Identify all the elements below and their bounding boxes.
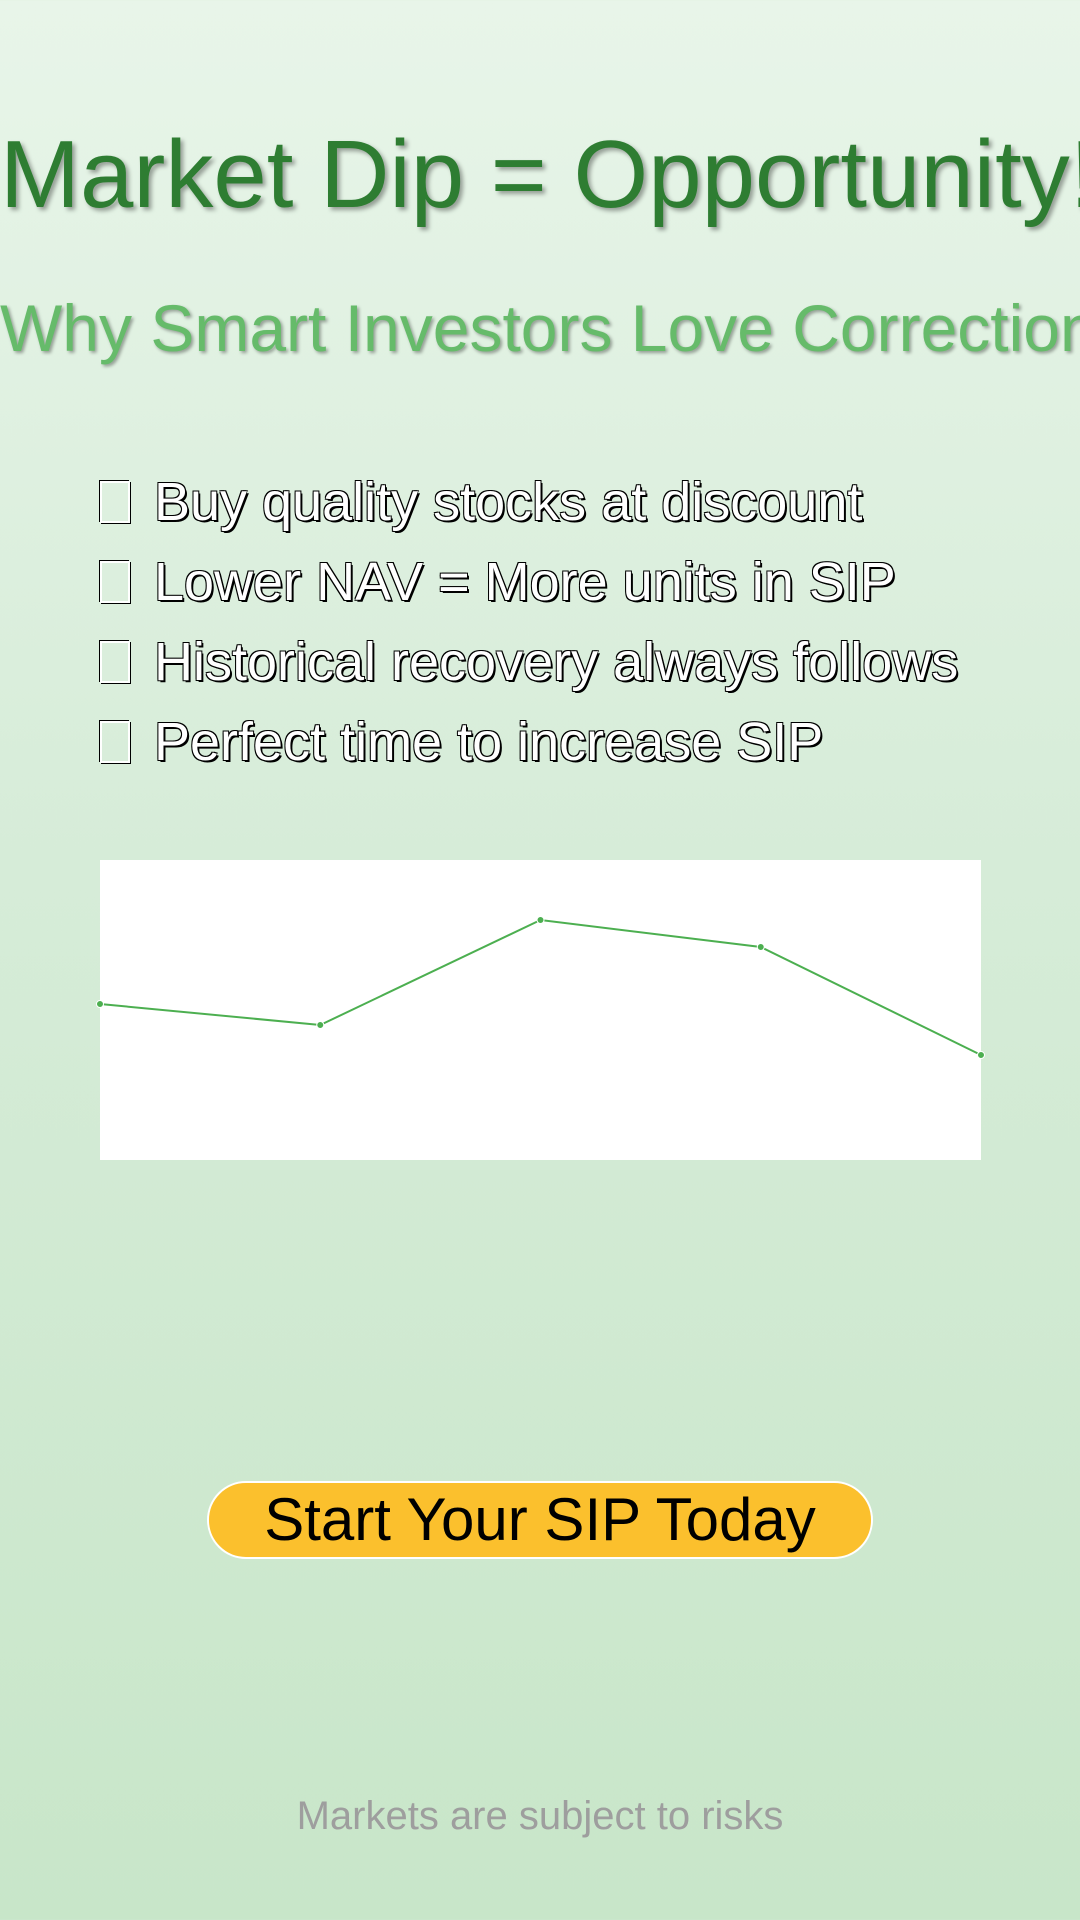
- page-subtitle: Why Smart Investors Love Corrections: [0, 291, 1080, 365]
- series-line: [99, 918, 982, 1056]
- data-point: [96, 1000, 104, 1008]
- benefit-text: Lower NAV = More units in SIP: [154, 552, 896, 612]
- line-chart: [96, 916, 985, 1059]
- checkbox-icon: [100, 481, 130, 523]
- data-point: [756, 943, 765, 951]
- checkbox-icon: [100, 561, 130, 603]
- checkbox-icon: [100, 641, 130, 683]
- data-point: [536, 916, 545, 924]
- page-title: Market Dip = Opportunity!: [0, 121, 1080, 228]
- checkbox-icon: [100, 721, 130, 763]
- benefit-item: Lower NAV = More units in SIP: [100, 542, 1060, 622]
- benefit-text: Buy quality stocks at discount: [154, 472, 863, 532]
- benefit-list: Buy quality stocks at discount Lower NAV…: [100, 462, 1060, 782]
- benefit-item: Historical recovery always follows: [100, 622, 1060, 702]
- benefit-text: Perfect time to increase SIP: [154, 712, 824, 772]
- risk-disclaimer: Markets are subject to risks: [296, 1794, 784, 1838]
- start-sip-button[interactable]: Start Your SIP Today: [207, 1481, 873, 1559]
- benefit-item: Perfect time to increase SIP: [100, 702, 1060, 782]
- benefit-item: Buy quality stocks at discount: [100, 462, 1060, 542]
- market-chart: [96, 860, 985, 1160]
- data-point: [316, 1021, 325, 1029]
- data-point: [977, 1051, 985, 1059]
- benefit-text: Historical recovery always follows: [154, 632, 959, 692]
